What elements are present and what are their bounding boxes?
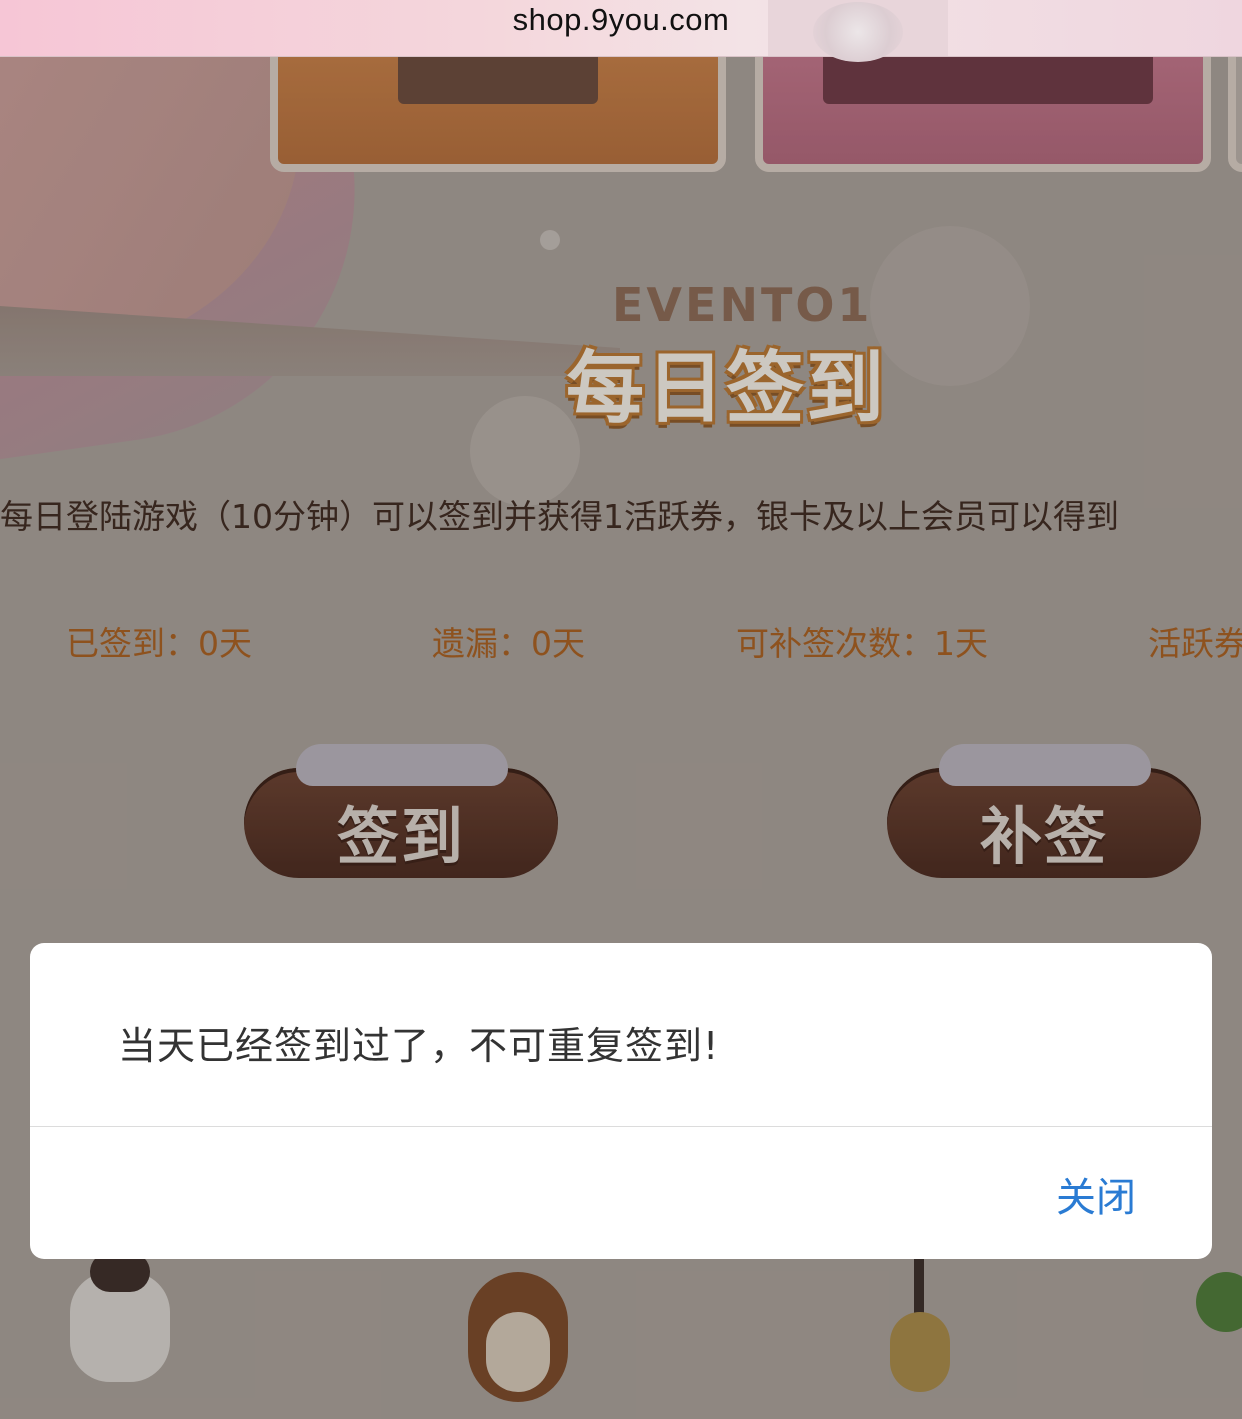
dialog-divider	[30, 1126, 1212, 1127]
browser-address-bar[interactable]: shop.9you.com	[0, 0, 1242, 62]
alert-dialog: 当天已经签到过了，不可重复签到! 关闭	[30, 943, 1212, 1259]
dialog-message: 当天已经签到过了，不可重复签到!	[118, 1024, 720, 1068]
dialog-close-button[interactable]: 关闭	[1056, 1165, 1136, 1223]
url-text[interactable]: shop.9you.com	[0, 2, 1242, 38]
